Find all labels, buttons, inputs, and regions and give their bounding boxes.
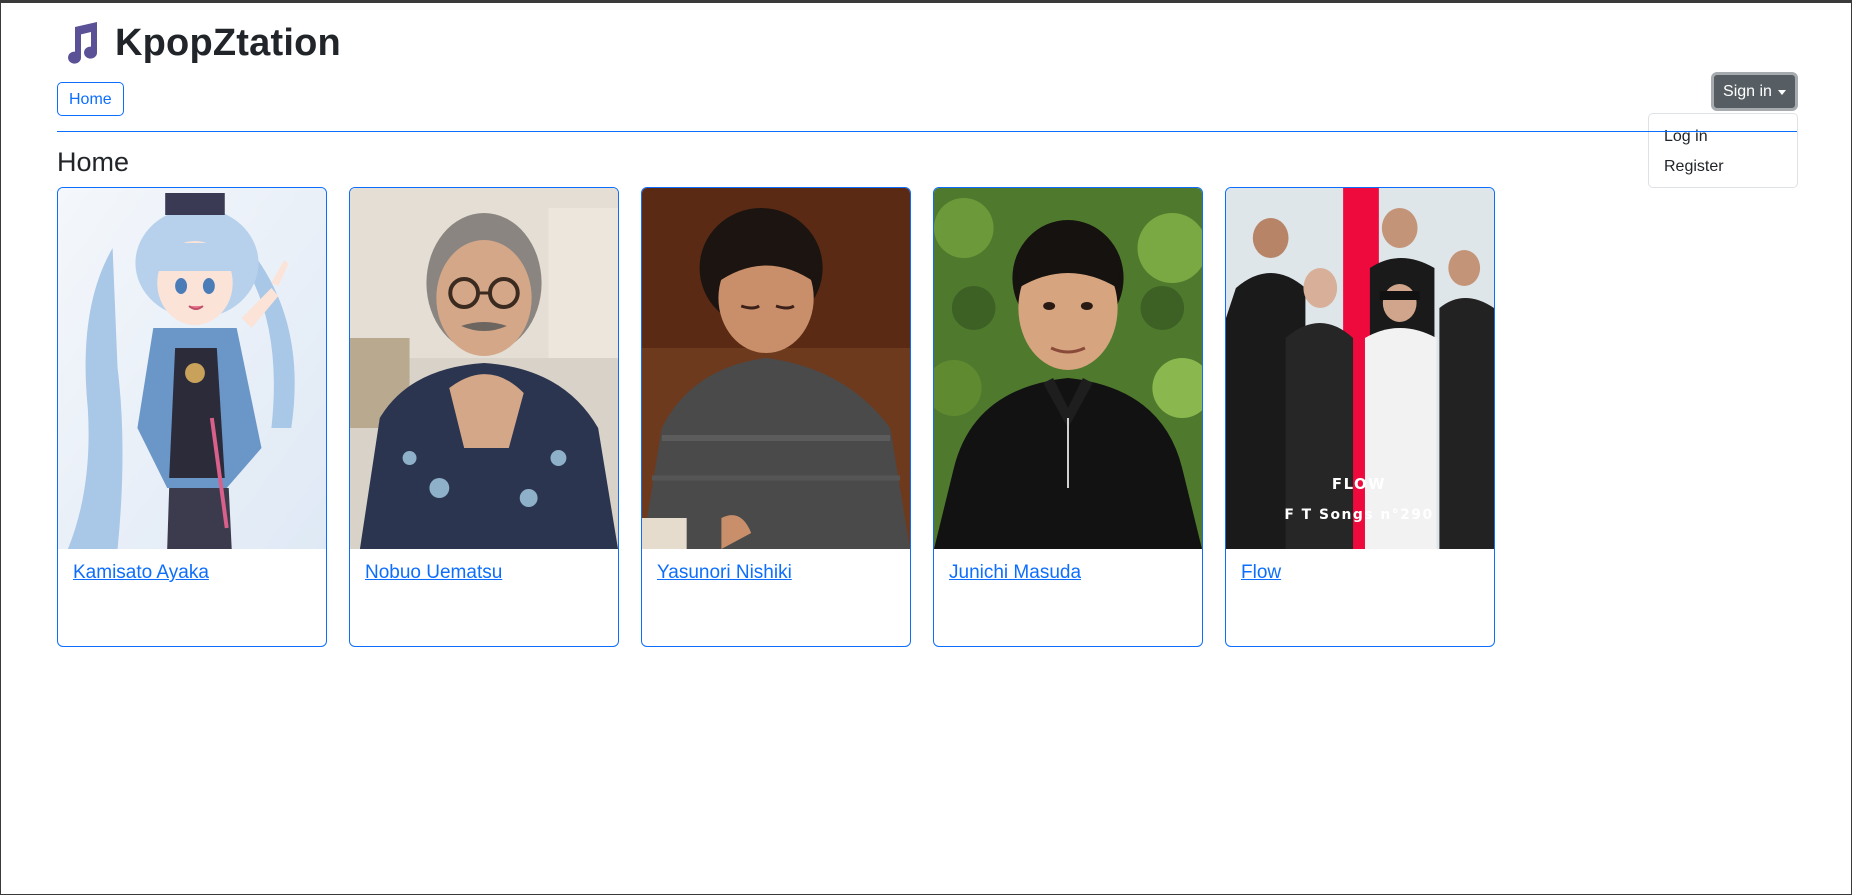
artist-link[interactable]: Kamisato Ayaka [73,562,209,583]
caret-down-icon [1777,90,1786,95]
artist-image[interactable] [58,188,326,549]
artist-card: FLOW F T Songs n°290 Flow [1225,187,1495,647]
header-divider [57,131,1797,132]
artist-card: Yasunori Nishiki [641,187,911,647]
menu-item-log-in[interactable]: Log in [1649,122,1797,152]
artist-link[interactable]: Junichi Masuda [949,562,1081,583]
flow-cover-line2: F T Songs n°290 [1284,507,1433,523]
menu-item-register[interactable]: Register [1649,152,1797,182]
sign-in-label: Sign in [1723,82,1772,100]
artist-card: Nobuo Uematsu [349,187,619,647]
page-title: Home [57,147,130,177]
music-note-icon [68,22,98,64]
artist-image[interactable] [642,188,910,549]
flow-cover-line1: FLOW [1332,475,1386,493]
nav-home-link[interactable]: Home [57,82,124,116]
artist-image[interactable]: FLOW F T Songs n°290 [1226,188,1494,549]
artist-image[interactable] [350,188,618,549]
artist-card: Junichi Masuda [933,187,1203,647]
brand: KpopZtation [61,21,341,65]
sign-in-dropdown-button[interactable]: Sign in [1711,72,1798,111]
site-title: KpopZtation [115,21,341,64]
artist-link[interactable]: Flow [1241,562,1281,583]
artist-link[interactable]: Yasunori Nishiki [657,562,792,583]
artist-card: Kamisato Ayaka [57,187,327,647]
artist-link[interactable]: Nobuo Uematsu [365,562,502,583]
artist-image[interactable] [934,188,1202,549]
sign-in-dropdown-menu: Log in Register [1648,113,1798,188]
artist-card-grid: Kamisato Ayaka Nobuo Uematsu Yasunori Ni… [57,187,1495,647]
